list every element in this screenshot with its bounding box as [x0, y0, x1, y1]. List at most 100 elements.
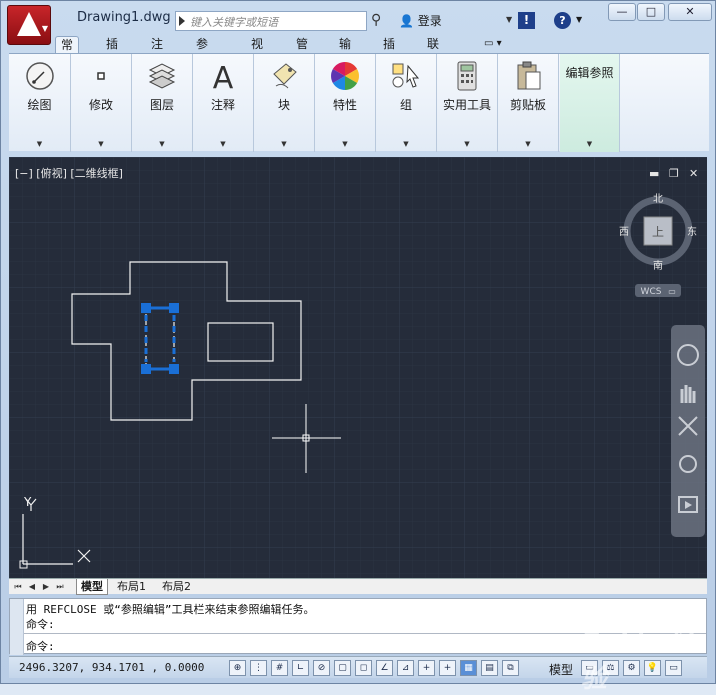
- chevron-down-icon[interactable]: ▼: [315, 140, 375, 148]
- infer-constraints-toggle[interactable]: ⊕: [229, 660, 246, 676]
- panel-modify[interactable]: 修改 ▼: [71, 54, 132, 152]
- tab-view[interactable]: 视图: [246, 36, 268, 68]
- compass-south[interactable]: 南: [653, 259, 663, 272]
- panel-group[interactable]: 组 ▼: [376, 54, 437, 152]
- clipboard-icon: [517, 61, 541, 90]
- polar-tracking-toggle[interactable]: ⊘: [313, 660, 330, 676]
- panel-utilities[interactable]: 实用工具 ▼: [437, 54, 498, 152]
- panel-draw[interactable]: 绘图 ▼: [9, 54, 71, 152]
- panel-label: 编辑参照: [565, 66, 614, 80]
- ortho-mode-toggle[interactable]: ∟: [292, 660, 309, 676]
- viewport-restore-button[interactable]: ❐: [669, 167, 679, 180]
- panel-block[interactable]: 块 ▼: [254, 54, 315, 152]
- snap-mode-toggle[interactable]: ⋮: [250, 660, 267, 676]
- object-snap-toggle[interactable]: ▢: [334, 660, 351, 676]
- dynamic-ucs-toggle[interactable]: ⊿: [397, 660, 414, 676]
- layout-tabs: ⏮ ◀ ▶ ⏭ 模型 布局1 布局2: [9, 578, 707, 595]
- grip-handle[interactable]: [169, 303, 179, 313]
- compass-west[interactable]: 西: [619, 227, 629, 238]
- tab-manage[interactable]: 管理: [291, 36, 313, 68]
- last-tab-icon[interactable]: ⏭: [55, 581, 65, 592]
- panel-clipboard[interactable]: 剪贴板 ▼: [498, 54, 559, 152]
- tab-online[interactable]: 联机: [422, 36, 444, 68]
- chevron-down-icon[interactable]: ▼: [506, 15, 512, 24]
- previous-tab-icon[interactable]: ◀: [27, 581, 37, 592]
- exchange-icon[interactable]: !: [518, 12, 535, 29]
- chevron-down-icon[interactable]: ▼: [576, 15, 582, 24]
- help-icon[interactable]: ?: [554, 12, 571, 29]
- 3d-object-snap-toggle[interactable]: ◻: [355, 660, 372, 676]
- panel-layers[interactable]: 图层 ▼: [132, 54, 193, 152]
- grip-handle[interactable]: [141, 303, 151, 313]
- chevron-down-icon[interactable]: ▼: [560, 140, 619, 148]
- tab-insert[interactable]: 插入: [101, 36, 123, 68]
- minimize-button[interactable]: —: [608, 3, 636, 21]
- panel-properties[interactable]: 特性 ▼: [315, 54, 376, 152]
- next-tab-icon[interactable]: ▶: [41, 581, 51, 592]
- command-history: 用 REFCLOSE 或“参照编辑”工具栏来结束参照编辑任务。: [26, 603, 315, 616]
- tab-home[interactable]: 常用: [55, 36, 80, 69]
- navigation-bar: [671, 325, 705, 537]
- panel-label: 块: [277, 98, 290, 112]
- panel-annotation[interactable]: A 注释 ▼: [193, 54, 254, 152]
- grid-display-toggle[interactable]: #: [271, 660, 288, 676]
- panel-edit-reference[interactable]: 编辑参照 ▼: [560, 54, 620, 152]
- panel-label: 绘图: [27, 98, 52, 112]
- layers-icon: [148, 63, 176, 89]
- object-snap-tracking-toggle[interactable]: ∠: [376, 660, 393, 676]
- grip-handle[interactable]: [169, 364, 179, 374]
- compass-north[interactable]: 北: [653, 193, 663, 205]
- lineweight-toggle[interactable]: +: [439, 660, 456, 676]
- viewport-controls[interactable]: [−] [俯视] [二维线框]: [15, 165, 123, 181]
- chevron-down-icon[interactable]: ▼: [437, 140, 497, 148]
- chevron-down-icon[interactable]: ▼: [376, 140, 436, 148]
- viewcube-top-face[interactable]: 上: [652, 225, 664, 239]
- tab-annotate[interactable]: 注释: [146, 36, 168, 68]
- first-tab-icon[interactable]: ⏮: [13, 581, 23, 592]
- wcs-menu[interactable]: WCS: [641, 287, 662, 297]
- chevron-down-icon[interactable]: ▼: [254, 140, 314, 148]
- command-line-grip[interactable]: [10, 599, 24, 655]
- panel-label: 修改: [88, 98, 113, 112]
- command-input[interactable]: 命令:: [26, 638, 55, 654]
- login-label: 登录: [417, 14, 442, 28]
- search-input[interactable]: 键入关键字或短语: [175, 11, 367, 31]
- command-prompt: 命令:: [26, 618, 55, 631]
- group-icon: [392, 63, 420, 88]
- login-button[interactable]: 👤 登录: [399, 12, 442, 29]
- tab-parametric[interactable]: 参数化: [191, 36, 213, 85]
- chevron-down-icon[interactable]: ▼: [193, 140, 253, 148]
- application-menu-button[interactable]: ▼: [7, 5, 51, 45]
- binoculars-icon[interactable]: ⚲: [371, 12, 381, 28]
- close-button[interactable]: ✕: [668, 3, 712, 21]
- chevron-down-icon[interactable]: ▼: [71, 140, 131, 148]
- svg-text:A: A: [213, 61, 234, 92]
- viewport-minimize-button[interactable]: ▬: [649, 167, 659, 180]
- quick-properties-toggle[interactable]: ▤: [481, 660, 498, 676]
- selection-cycling-toggle[interactable]: ⧉: [502, 660, 519, 676]
- panel-label: 组: [399, 98, 412, 112]
- panel-label: 特性: [332, 98, 357, 112]
- compass-east[interactable]: 东: [687, 225, 697, 238]
- transparency-toggle[interactable]: ▦: [460, 660, 477, 676]
- ribbon-options-icon[interactable]: ▭ ▾: [484, 38, 502, 49]
- tab-output[interactable]: 输出: [334, 36, 356, 68]
- chevron-down-icon: ▼: [41, 24, 48, 33]
- panel-label: 注释: [210, 98, 235, 112]
- model-space-label[interactable]: 模型: [549, 661, 573, 678]
- grip-handle[interactable]: [141, 364, 151, 374]
- chevron-down-icon[interactable]: ▼: [9, 140, 70, 148]
- dynamic-input-toggle[interactable]: +: [418, 660, 435, 676]
- svg-text:▭: ▭: [668, 287, 676, 296]
- maximize-button[interactable]: □: [637, 3, 665, 21]
- viewport-close-button[interactable]: ✕: [689, 167, 698, 180]
- coordinate-readout[interactable]: 2496.3207, 934.1701 , 0.0000: [19, 661, 204, 674]
- drawing-canvas[interactable]: 上 北 南 东 西 WCS ▭ [−] [俯视] [二维线框] ▬ ❐ ✕ Y: [9, 157, 707, 578]
- tab-plugins[interactable]: 插件: [378, 36, 400, 68]
- autocad-logo-icon: [17, 12, 41, 36]
- chevron-down-icon[interactable]: ▼: [498, 140, 558, 148]
- chevron-down-icon[interactable]: ▼: [132, 140, 192, 148]
- tab-layout2[interactable]: 布局2: [162, 579, 191, 595]
- tab-layout1[interactable]: 布局1: [117, 579, 146, 595]
- tab-model[interactable]: 模型: [76, 579, 108, 595]
